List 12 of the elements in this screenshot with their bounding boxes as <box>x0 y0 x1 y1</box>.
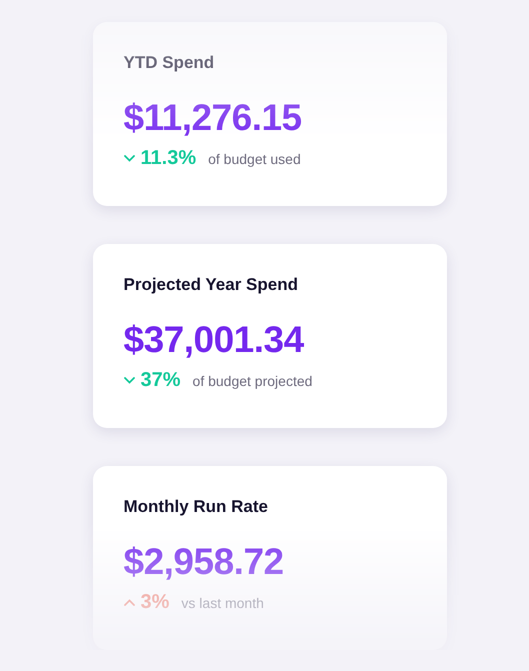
amount-value: $37,001.34 <box>124 319 305 361</box>
card-title: Monthly Run Rate <box>124 497 269 517</box>
amount-value: $11,276.15 <box>124 97 303 139</box>
amount-value: $2,958.72 <box>124 541 285 583</box>
trend-percent: 37% <box>140 369 181 392</box>
trend-percent: 3% <box>140 591 170 614</box>
card-title: YTD Spend <box>124 53 216 73</box>
trend-note: of budget projected <box>192 372 312 388</box>
trend-note: of budget used <box>208 150 301 166</box>
trend-note: vs last month <box>181 594 264 610</box>
trend-percent: 11.3% <box>140 147 196 170</box>
card-title: Projected Year Spend <box>124 275 299 295</box>
